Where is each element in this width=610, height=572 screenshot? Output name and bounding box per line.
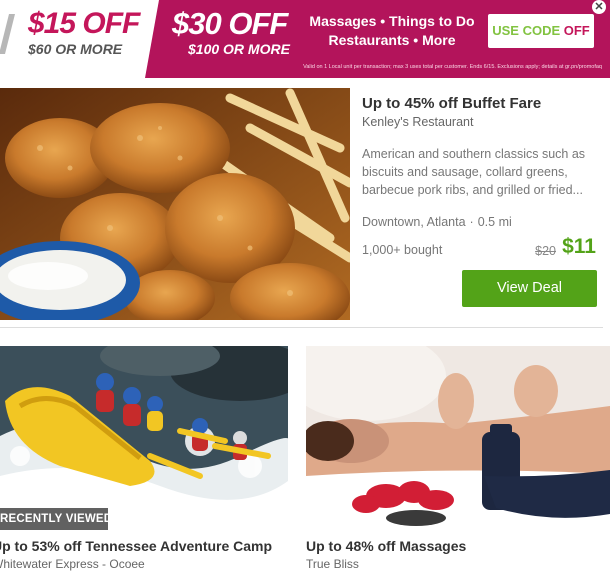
- fried-shrimp-illustration: [0, 88, 350, 320]
- promo-offer-2-amount: $30 OFF: [172, 6, 288, 41]
- promo-offer-1: $15 OFF $60 OR MORE: [28, 7, 148, 58]
- promo-code-button[interactable]: USE CODE OFF: [488, 14, 594, 48]
- card-subtitle: Whitewater Express - Ocoee: [0, 557, 145, 571]
- sale-price: $11: [562, 235, 596, 258]
- promo-offer-1-threshold: $60 OR MORE: [28, 41, 123, 57]
- card-title[interactable]: Up to 53% off Tennessee Adventure Camp: [0, 538, 272, 554]
- promo-code-prefix: USE CODE: [492, 23, 564, 38]
- rafting-illustration: [0, 346, 288, 530]
- recently-viewed-badge: RECENTLY VIEWED: [0, 508, 108, 530]
- whitewater-rafting-photo[interactable]: [0, 346, 288, 530]
- promo-offer-2: $30 OFF $100 OR MORE: [172, 6, 297, 58]
- section-divider: [0, 327, 603, 328]
- promo-banner[interactable]: $15 OFF $60 OR MORE $30 OFF $100 OR MORE…: [0, 0, 610, 78]
- deal-description: American and southern classics such as b…: [362, 147, 586, 197]
- promo-code-value: OFF: [563, 23, 590, 38]
- distance: 0.5 mi: [477, 215, 512, 229]
- promo-categories-line-1: Massages • Things to Do: [309, 13, 475, 29]
- card-subtitle: True Bliss: [306, 557, 359, 571]
- promo-offer-2-threshold: $100 OR MORE: [188, 41, 290, 57]
- separator-dot: ·: [469, 215, 474, 229]
- deal-title[interactable]: Up to 45% off Buffet Fare: [362, 94, 600, 114]
- promo-categories: Massages • Things to Do Restaurants • Mo…: [308, 12, 476, 50]
- card-title[interactable]: Up to 48% off Massages: [306, 538, 466, 554]
- promo-offer-1-amount: $15 OFF: [28, 7, 140, 40]
- close-icon[interactable]: ✕: [592, 0, 606, 14]
- location: Downtown, Atlanta: [362, 215, 466, 229]
- promo-fine-print: Valid on 1 Local unit per transaction; m…: [303, 64, 602, 70]
- location-row: Downtown, Atlanta · 0.5 mi: [362, 215, 600, 229]
- original-price: $20: [535, 244, 556, 258]
- merchant-name: Kenley's Restaurant: [362, 115, 474, 129]
- promo-divider: [0, 14, 15, 54]
- fried-shrimp-photo[interactable]: [0, 88, 350, 320]
- featured-deal-info: Up to 45% off Buffet Fare Kenley's Resta…: [362, 94, 600, 261]
- bought-count: 1,000+ bought: [362, 243, 443, 257]
- massage-spa-photo[interactable]: [306, 346, 610, 530]
- view-deal-button[interactable]: View Deal: [462, 270, 597, 307]
- promo-categories-line-2: Restaurants • More: [328, 32, 456, 48]
- price-row: 1,000+ bought $20 $11: [362, 235, 600, 261]
- massage-illustration: [306, 346, 610, 530]
